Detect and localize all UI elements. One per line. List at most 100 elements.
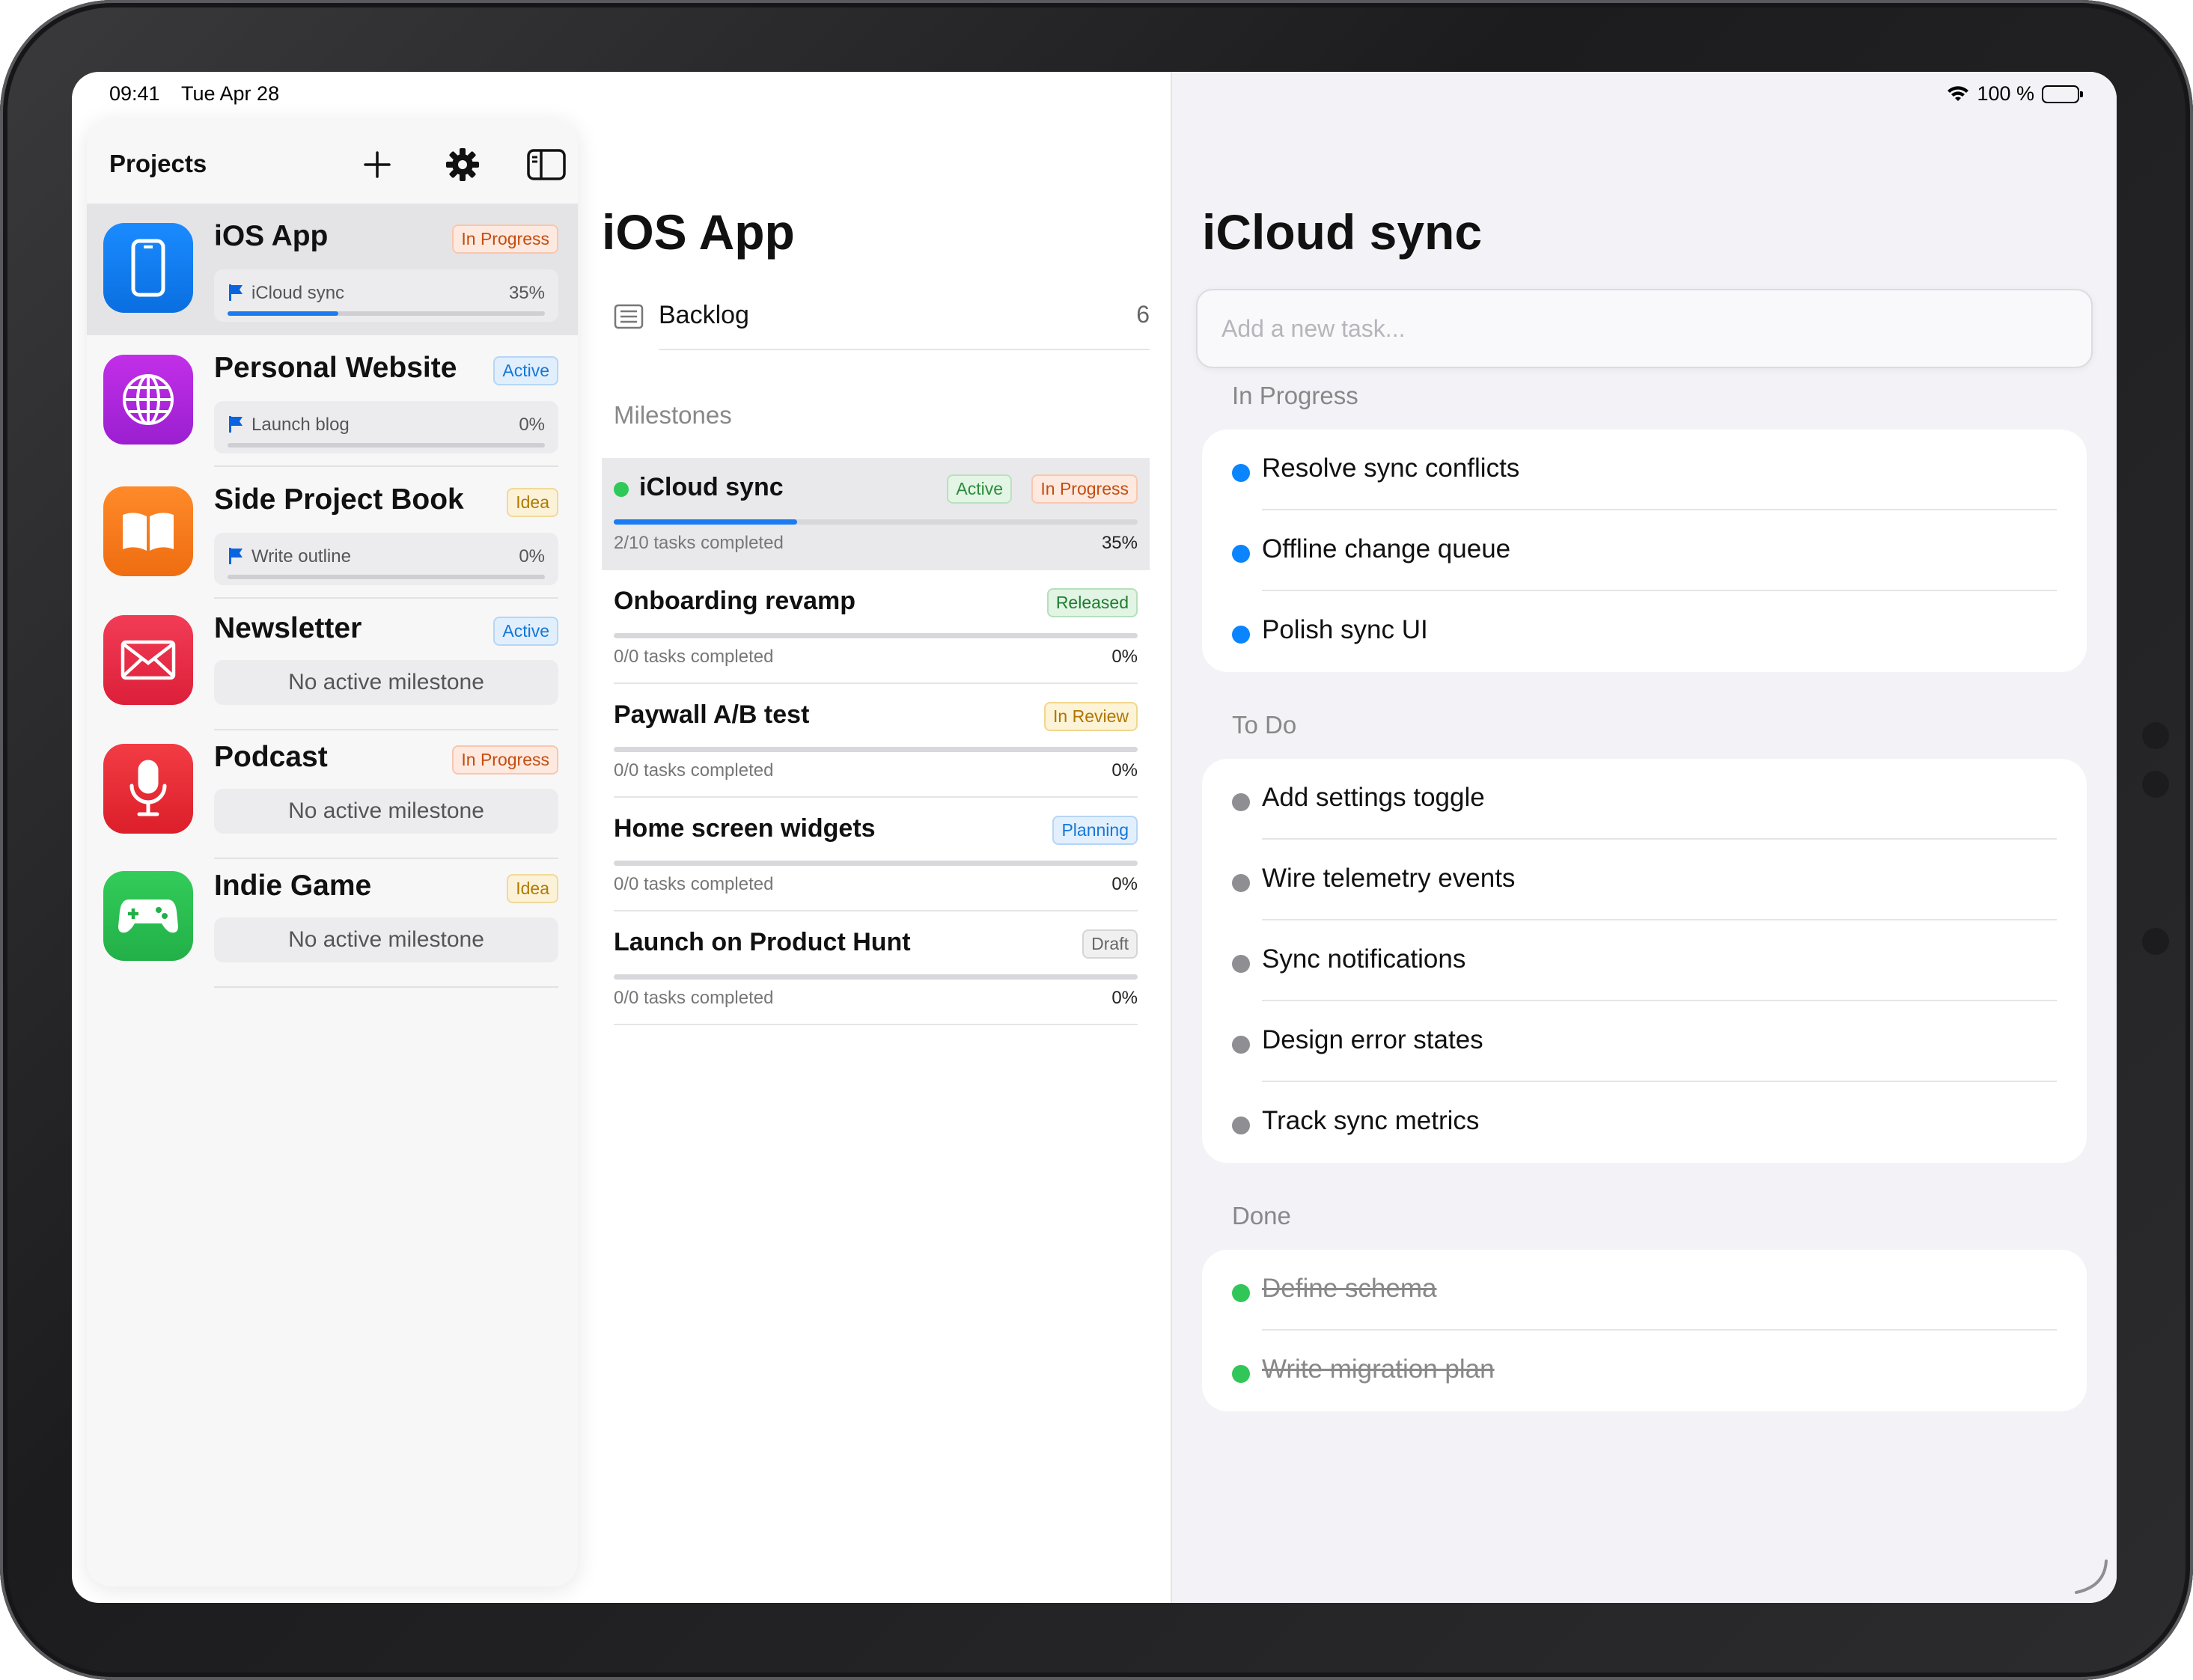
milestone-percent: 0%: [1111, 647, 1138, 667]
milestone-progress: [614, 747, 1138, 752]
envelope-icon: [103, 615, 193, 705]
project-row-side-project-book[interactable]: Side Project Book Idea Write outline 0%: [87, 467, 578, 599]
no-milestone: No active milestone: [214, 660, 558, 705]
status-badge: Active: [493, 356, 558, 385]
task-title: Define schema: [1262, 1274, 1437, 1303]
milestone-percent: 35%: [508, 283, 545, 303]
list-icon: [614, 304, 644, 329]
task-item[interactable]: Resolve sync conflicts: [1202, 430, 2087, 510]
milestone-row-icloud-sync[interactable]: iCloud sync Active In Progress 2/10 task…: [602, 458, 1150, 570]
divider: [614, 910, 1138, 911]
resize-corner-icon: [2075, 1560, 2108, 1594]
backlog-label: Backlog: [659, 301, 749, 329]
milestone-percent: 0%: [519, 415, 545, 435]
milestone-row-onboarding[interactable]: Onboarding revamp Released 0/0 tasks com…: [602, 572, 1150, 684]
status-dot: [1232, 1284, 1250, 1302]
task-item[interactable]: Sync notifications: [1202, 920, 2087, 1001]
milestone-row-paywall[interactable]: Paywall A/B test In Review 0/0 tasks com…: [602, 685, 1150, 798]
status-badge: Active: [947, 474, 1012, 504]
microphone-icon: [103, 744, 193, 834]
active-milestone[interactable]: Write outline 0%: [214, 533, 558, 585]
backlog-count: 6: [1136, 301, 1150, 328]
milestone-label: Write outline: [251, 546, 351, 566]
milestone-meta: 0/0 tasks completed: [614, 988, 774, 1008]
status-badge: Planning: [1052, 816, 1138, 845]
task-item[interactable]: Wire telemetry events: [1202, 840, 2087, 920]
task-item[interactable]: Design error states: [1202, 1001, 2087, 1082]
milestone-label: Launch blog: [251, 415, 350, 435]
project-row-personal-website[interactable]: Personal Website Active Launch blog 0%: [87, 335, 578, 467]
project-row-newsletter[interactable]: Newsletter Active No active milestone: [87, 599, 578, 730]
projects-sidebar: Projects iOS App In Progress iCloud sync…: [87, 120, 578, 1586]
status-badge: Idea: [507, 488, 558, 517]
todo-list: Add settings toggle Wire telemetry event…: [1202, 759, 2087, 1163]
milestone-progress: [614, 861, 1138, 866]
side-button: [2142, 928, 2169, 955]
milestone-row-product-hunt[interactable]: Launch on Product Hunt Draft 0/0 tasks c…: [602, 913, 1150, 1025]
active-dot: [614, 482, 629, 497]
status-badge: Active: [493, 617, 558, 646]
status-dot: [1232, 464, 1250, 482]
project-name: Personal Website: [214, 352, 457, 384]
sidebar-toggle-icon[interactable]: [525, 144, 567, 186]
phone-icon: [103, 223, 193, 313]
active-milestone[interactable]: iCloud sync 35%: [214, 269, 558, 322]
new-task-input[interactable]: [1196, 289, 2093, 368]
status-dot: [1232, 793, 1250, 811]
project-name: Side Project Book: [214, 483, 464, 516]
task-item[interactable]: Offline change queue: [1202, 510, 2087, 591]
status-dot: [1232, 1036, 1250, 1054]
milestone-percent: 35%: [1101, 533, 1138, 553]
status-time: 09:41: [109, 82, 160, 105]
task-title: Resolve sync conflicts: [1262, 453, 1520, 483]
project-name: Newsletter: [214, 612, 362, 644]
milestones-header: Milestones: [614, 401, 732, 429]
milestone-progress: [228, 575, 545, 579]
milestone-meta: 0/0 tasks completed: [614, 874, 774, 894]
status-dot: [1232, 626, 1250, 644]
project-row-ios-app[interactable]: iOS App In Progress iCloud sync 35%: [87, 204, 578, 335]
battery-icon: [2042, 85, 2083, 103]
task-title: Design error states: [1262, 1025, 1483, 1054]
task-item[interactable]: Define schema: [1202, 1250, 2087, 1331]
task-title: Track sync metrics: [1262, 1106, 1480, 1135]
milestone-progress: [228, 311, 545, 316]
task-item[interactable]: Write migration plan: [1202, 1331, 2087, 1411]
milestone-meta: 2/10 tasks completed: [614, 533, 784, 553]
active-milestone[interactable]: Launch blog 0%: [214, 401, 558, 453]
done-list: Define schema Write migration plan: [1202, 1250, 2087, 1411]
task-item[interactable]: Add settings toggle: [1202, 759, 2087, 840]
milestone-name: Onboarding revamp: [614, 587, 856, 615]
milestone-row-widgets[interactable]: Home screen widgets Planning 0/0 tasks c…: [602, 799, 1150, 911]
side-button: [2142, 771, 2169, 798]
status-right: 100 %: [1947, 82, 2083, 106]
milestone-name: iCloud sync: [639, 473, 784, 501]
project-row-podcast[interactable]: Podcast In Progress No active milestone: [87, 727, 578, 859]
milestone-label: iCloud sync: [251, 283, 345, 303]
flag-icon: [229, 284, 243, 301]
add-icon[interactable]: [356, 144, 398, 186]
task-item[interactable]: Polish sync UI: [1202, 591, 2087, 672]
in-progress-header: In Progress: [1232, 382, 1358, 409]
gear-icon[interactable]: [442, 144, 484, 186]
sidebar-title: Projects: [109, 150, 207, 177]
project-name: Indie Game: [214, 870, 372, 902]
project-row-indie-game[interactable]: Indie Game Idea No active milestone: [87, 856, 578, 988]
status-date: Tue Apr 28: [181, 82, 280, 105]
milestone-progress: [614, 974, 1138, 980]
task-title: Offline change queue: [1262, 534, 1511, 563]
flag-icon: [229, 548, 243, 564]
milestone-progress: [614, 519, 1138, 525]
gamepad-icon: [103, 871, 193, 961]
status-dot: [1232, 545, 1250, 563]
divider: [614, 682, 1138, 684]
status-badge: Draft: [1082, 929, 1138, 959]
side-button: [2142, 722, 2169, 749]
backlog-row[interactable]: Backlog 6: [614, 296, 1150, 350]
no-milestone: No active milestone: [214, 917, 558, 962]
task-item[interactable]: Track sync metrics: [1202, 1082, 2087, 1163]
battery-percent: 100 %: [1977, 82, 2034, 105]
milestone-name: Paywall A/B test: [614, 700, 810, 729]
task-title: Write migration plan: [1262, 1354, 1495, 1384]
milestone-percent: 0%: [1111, 760, 1138, 781]
